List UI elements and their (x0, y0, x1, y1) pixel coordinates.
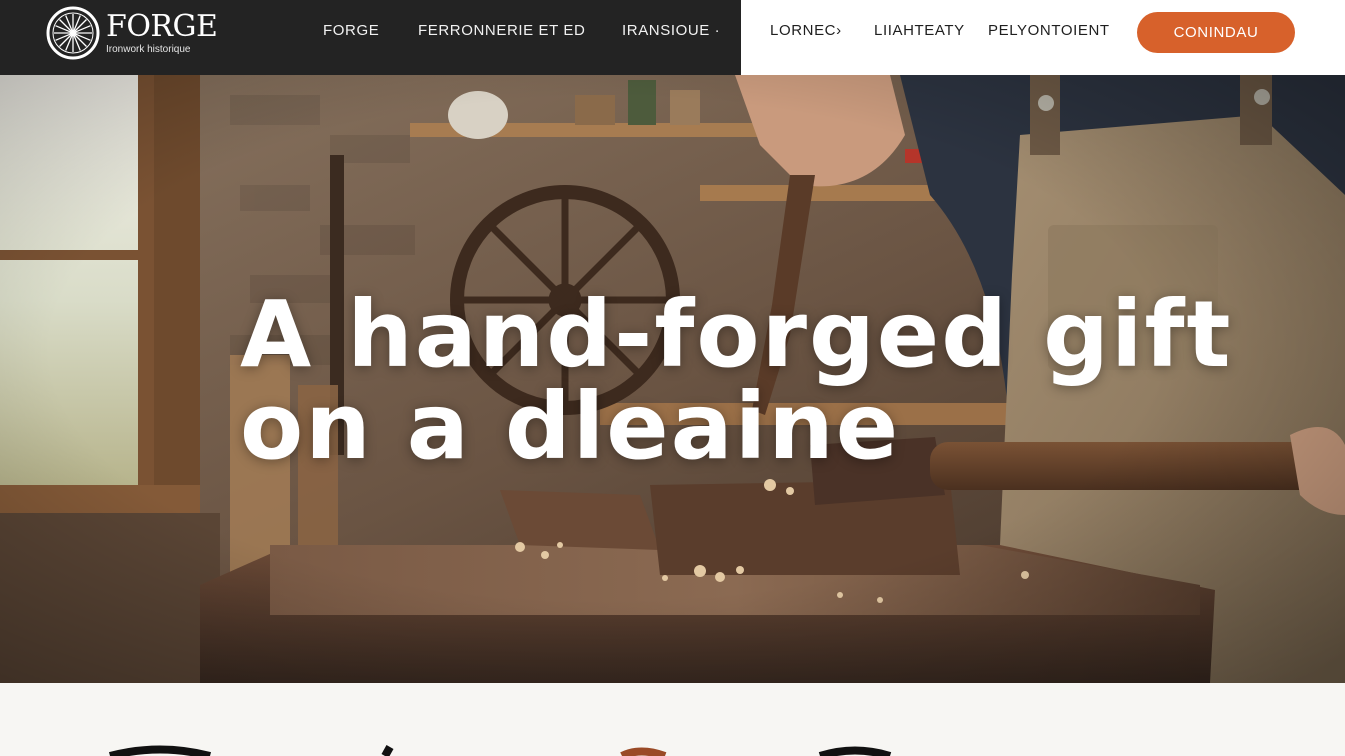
logo-text: FORGE Ironwork historique (106, 9, 218, 56)
brand-tagline: Ironwork historique (106, 44, 191, 55)
hero-heading-line2: on a dleaine (240, 373, 901, 480)
top-navigation: FORGE Ironwork historique FORGE FERRONNE… (0, 0, 1345, 75)
page: FORGE Ironwork historique FORGE FERRONNE… (0, 0, 1345, 756)
lower-section (0, 683, 1345, 756)
hero-heading: A hand-forged gift on a dleaine (240, 289, 1232, 473)
nav-link-forge[interactable]: FORGE (323, 22, 379, 39)
nav-light-section: LORNEC› LIIAHTEATY PELYONTOIENT CONINDAU (741, 0, 1345, 75)
nav-dark-section: FORGE Ironwork historique FORGE FERRONNE… (0, 0, 741, 75)
brand-logo[interactable]: FORGE Ironwork historique (46, 6, 218, 60)
nav-link-lornec[interactable]: LORNEC› (770, 22, 842, 39)
cta-button[interactable]: CONINDAU (1137, 12, 1295, 53)
nav-link-liiahteaty[interactable]: LIIAHTEATY (874, 22, 965, 39)
nav-link-ferronnerie[interactable]: FERRONNERIE ET ED (418, 22, 585, 39)
nav-link-pelyontoient[interactable]: PELYONTOIENT (988, 22, 1110, 39)
nav-link-iransioue[interactable]: IRANSIOUE · (622, 22, 720, 39)
brand-name: FORGE (106, 9, 218, 44)
wheel-emblem-icon (46, 6, 100, 60)
hero-heading-line1: A hand-forged gift (240, 281, 1233, 388)
hero-section: A hand-forged gift on a dleaine (0, 75, 1345, 683)
section-decoration (108, 745, 892, 756)
